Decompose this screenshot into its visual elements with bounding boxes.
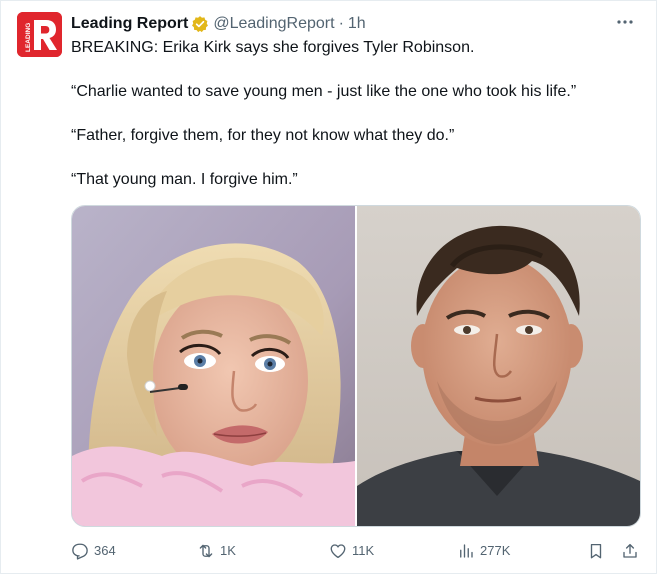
bookmark-button[interactable] xyxy=(587,539,610,563)
share-icon xyxy=(623,543,637,558)
bookmark-icon xyxy=(590,543,602,559)
views-count: 277K xyxy=(480,543,511,558)
repost-icon xyxy=(199,544,213,558)
like-count: 11K xyxy=(352,543,375,558)
reply-count: 364 xyxy=(94,543,116,558)
avatar[interactable]: LEADING xyxy=(17,12,62,57)
photo-woman-portrait[interactable] xyxy=(72,206,355,526)
share-button[interactable] xyxy=(621,539,644,563)
views-chart-icon xyxy=(460,544,473,558)
repost-count: 1K xyxy=(220,543,236,558)
more-dots-icon[interactable] xyxy=(614,13,636,31)
author-name[interactable]: Leading Report xyxy=(71,15,188,33)
like-button[interactable]: 11K xyxy=(329,539,374,563)
separator-dot: · xyxy=(338,15,344,32)
tweet-card[interactable]: LEADING Leading Report @LeadingReport · … xyxy=(0,0,657,574)
verified-badge-icon xyxy=(191,15,209,33)
heart-icon xyxy=(330,544,346,559)
photo-man-mugshot[interactable] xyxy=(357,206,640,526)
media-grid xyxy=(71,205,641,527)
avatar-lettering: LEADING xyxy=(25,23,32,52)
tweet-actions: 364 1K 11K 277K xyxy=(71,539,641,563)
reply-button[interactable]: 364 xyxy=(71,539,116,563)
leading-report-logo: LEADING xyxy=(17,12,62,57)
reply-icon xyxy=(72,543,88,560)
repost-button[interactable]: 1K xyxy=(197,539,236,563)
tweet-paragraph: “Father, forgive them, for they not know… xyxy=(71,127,455,144)
tweet-paragraph: “That young man. I forgive him.” xyxy=(71,171,298,188)
views-button[interactable]: 277K xyxy=(457,539,510,563)
tweet-paragraph: BREAKING: Erika Kirk says she forgives T… xyxy=(71,39,475,56)
tweet-header: Leading Report @LeadingReport · 1h xyxy=(71,13,366,35)
timestamp[interactable]: 1h xyxy=(348,15,366,33)
tweet-paragraph: “Charlie wanted to save young men - just… xyxy=(71,83,577,100)
author-handle[interactable]: @LeadingReport xyxy=(213,15,334,33)
tweet-body: BREAKING: Erika Kirk says she forgives T… xyxy=(71,38,641,190)
